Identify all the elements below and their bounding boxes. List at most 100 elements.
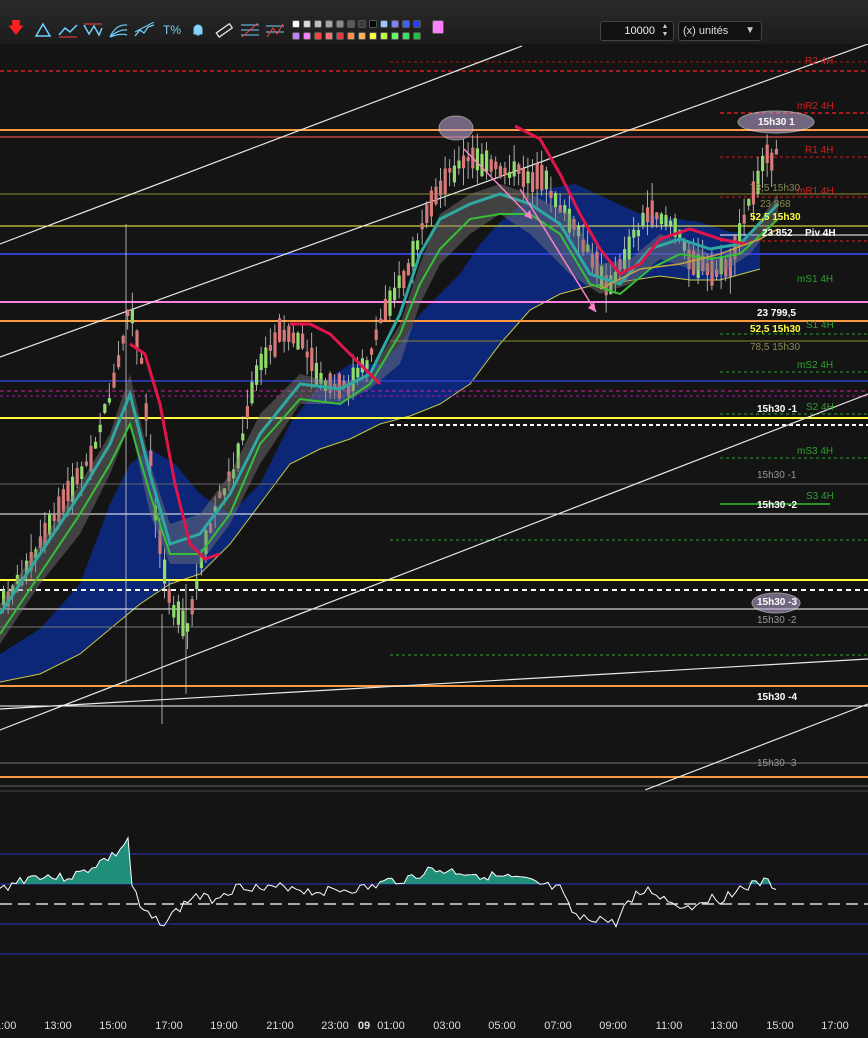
candle-body (181, 610, 185, 637)
candle-body (282, 329, 286, 342)
candle-body (241, 433, 245, 441)
candle-body (140, 357, 144, 364)
candle-body (655, 212, 659, 220)
candle-body (632, 229, 636, 238)
candle-body (406, 263, 410, 276)
color-swatch[interactable] (402, 20, 410, 28)
color-swatch[interactable] (369, 32, 377, 40)
candle-body (305, 351, 309, 358)
color-swatch[interactable] (358, 20, 366, 28)
candle-body (75, 468, 79, 485)
color-swatch[interactable] (380, 20, 388, 28)
candle-body (462, 155, 466, 169)
color-swatch[interactable] (325, 32, 333, 40)
color-swatch[interactable] (303, 20, 311, 28)
level-label: mR1 4H (797, 186, 834, 197)
level-label: 15h30 -2 (757, 615, 797, 626)
candle-body (485, 150, 489, 172)
time-label: 11:00 (0, 1020, 17, 1032)
candle-body (84, 461, 88, 466)
candle-body (126, 309, 130, 317)
color-swatch[interactable] (391, 20, 399, 28)
candle-body (636, 229, 640, 237)
candle-body (107, 398, 111, 403)
candle-body (167, 589, 171, 603)
quantity-stepper[interactable]: 10000 ▲ ▼ (600, 21, 674, 41)
color-swatch[interactable] (292, 20, 300, 28)
units-select[interactable]: (x) unités ▼ (678, 21, 762, 41)
alarm-bell-icon[interactable] (188, 20, 208, 40)
color-swatch[interactable] (292, 32, 300, 40)
candle-body (379, 318, 383, 324)
candle-body (429, 190, 433, 217)
time-label: 17:00 (821, 1020, 849, 1032)
down-arrow-icon[interactable]: 🡇 (6, 20, 26, 40)
level-label: 23 799,5 (757, 308, 796, 319)
channel-icon[interactable] (134, 20, 154, 40)
color-swatch[interactable] (336, 20, 344, 28)
fibonacci-fan-icon[interactable] (265, 20, 285, 40)
candle-body (742, 214, 746, 224)
color-swatch[interactable] (391, 32, 399, 40)
candle-body (268, 344, 272, 351)
color-swatch[interactable] (314, 32, 322, 40)
candle-body (130, 309, 134, 324)
color-swatch[interactable] (303, 32, 311, 40)
triangle-icon[interactable] (33, 20, 53, 40)
level-label: mS1 4H (797, 274, 834, 285)
candle-body (273, 332, 277, 357)
candle-body (540, 164, 544, 191)
percent-icon[interactable]: T% (162, 20, 182, 40)
level-label: 78,5 15h30 (750, 342, 801, 353)
time-axis: 11:00 13:00 15:00 17:00 19:00 21:00 23:00 09 01:… (0, 1010, 868, 1038)
highlight-ellipse (438, 115, 474, 141)
candle-body (650, 200, 654, 226)
candle-body (135, 330, 139, 349)
color-swatch[interactable] (325, 20, 333, 28)
fibonacci-icon[interactable] (240, 20, 260, 40)
time-label: 13:00 (710, 1020, 738, 1032)
color-swatch[interactable] (413, 20, 421, 28)
toolbar: 🡇 T% 10000 ▲ ▼ (x) unités ▼ (0, 0, 868, 45)
candle-body (664, 215, 668, 226)
candle-body (121, 335, 125, 344)
candle-body (80, 466, 84, 480)
candle-body (411, 241, 415, 267)
candle-body (765, 144, 769, 164)
candle-body (761, 155, 765, 172)
candle-body (94, 441, 98, 449)
level-label: S2 4H (806, 402, 834, 413)
price-chart[interactable] (0, 44, 868, 790)
candle-body (176, 601, 180, 625)
color-swatch[interactable] (380, 32, 388, 40)
candle-body (172, 604, 176, 618)
candle-body (310, 347, 314, 372)
ruler-icon[interactable] (214, 20, 234, 40)
color-swatch[interactable] (413, 32, 421, 40)
color-swatch[interactable] (336, 32, 344, 40)
zigzag-icon[interactable] (83, 20, 103, 40)
spin-arrows-icon[interactable]: ▲ ▼ (659, 23, 671, 39)
candle-body (439, 180, 443, 196)
candle-body (452, 165, 456, 183)
color-swatch[interactable] (314, 20, 322, 28)
color-swatch[interactable] (358, 32, 366, 40)
color-swatch[interactable] (402, 32, 410, 40)
candle-body (443, 168, 447, 194)
level-label: S1 4H (806, 320, 834, 331)
trend-lines-icon[interactable] (58, 20, 78, 40)
candle-body (774, 148, 778, 155)
fan-icon[interactable] (108, 20, 128, 40)
color-swatch[interactable] (347, 20, 355, 28)
time-label: 19:00 (210, 1020, 238, 1032)
level-label: R1 4H (805, 145, 834, 156)
color-swatch[interactable] (369, 20, 377, 28)
candle-body (646, 207, 650, 223)
color-swatch[interactable] (347, 32, 355, 40)
level-label: 23 868 (760, 199, 791, 210)
candle-body (250, 381, 254, 404)
level-label: mS2 4H (797, 360, 834, 371)
candle-body (531, 172, 535, 193)
color-picker-icon[interactable] (432, 20, 444, 34)
candle-body (669, 220, 673, 226)
